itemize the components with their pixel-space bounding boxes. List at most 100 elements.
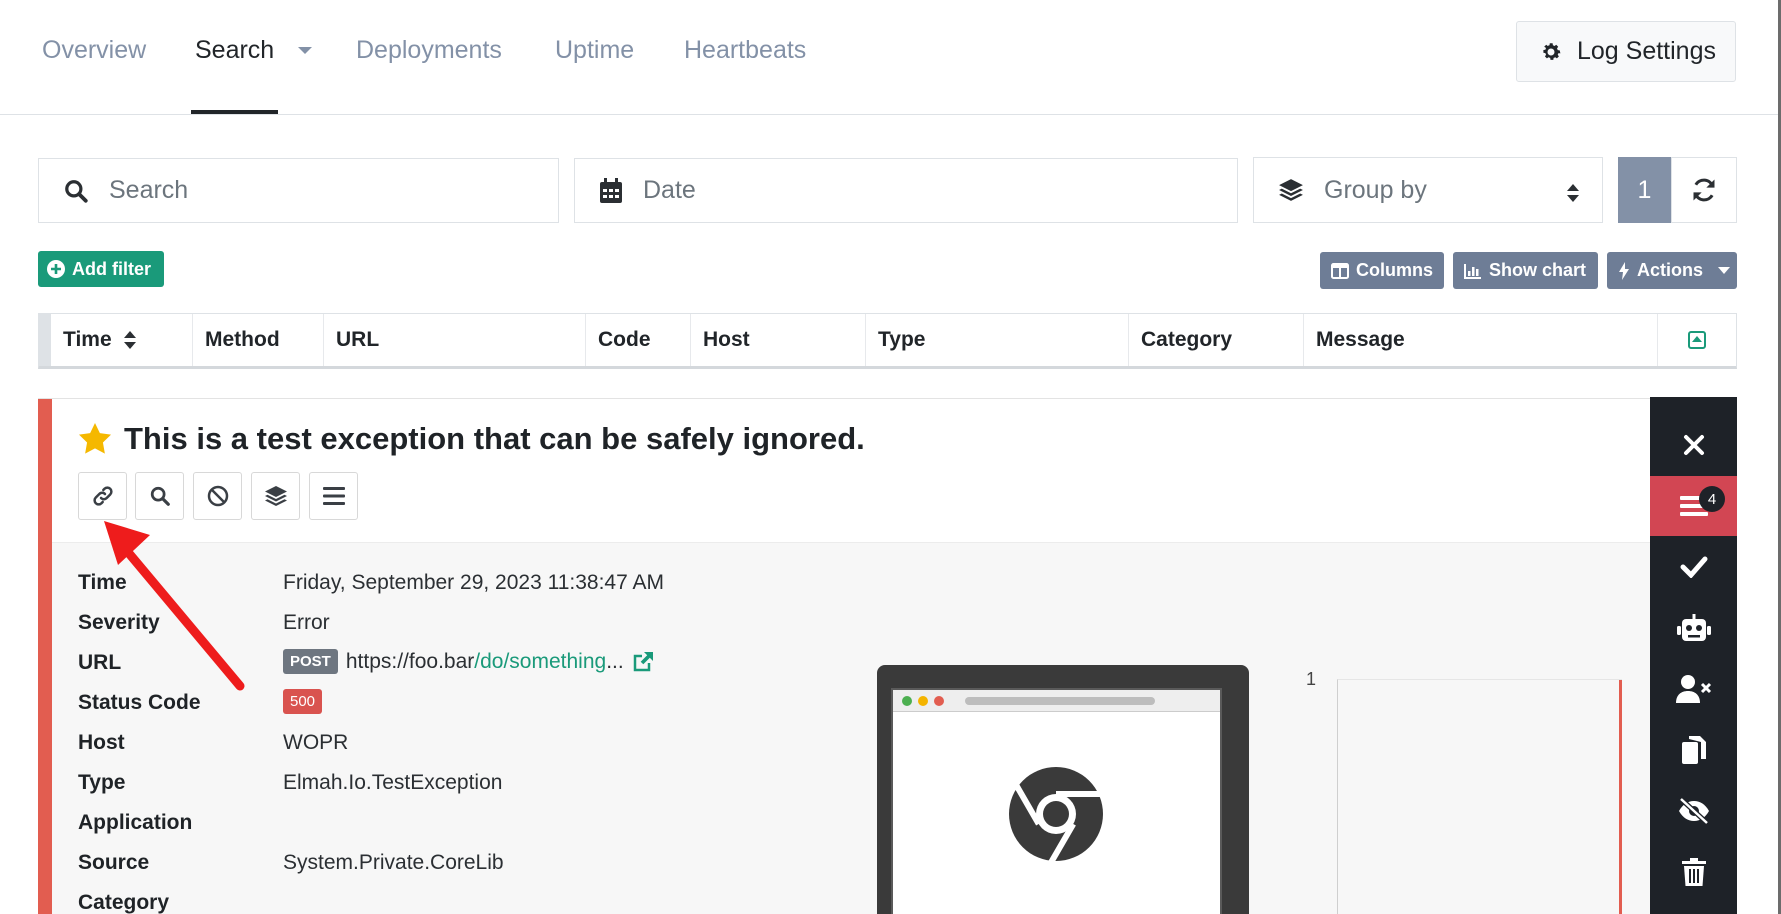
search-icon <box>149 485 171 507</box>
message-title-text: This is a test exception that can be saf… <box>124 421 865 456</box>
header-left-bar <box>39 314 51 366</box>
tab-heartbeats[interactable]: Heartbeats <box>684 36 806 65</box>
field-value-time: Friday, September 29, 2023 11:38:47 AM <box>283 571 664 594</box>
show-chart-button[interactable]: Show chart <box>1453 252 1598 289</box>
column-header-category[interactable]: Category <box>1128 314 1303 366</box>
field-value-url: POST https://foo.bar/do/something... <box>283 649 654 674</box>
hide-button[interactable] <box>1650 781 1737 841</box>
column-header-time[interactable]: Time <box>51 314 192 366</box>
browser-illustration <box>877 665 1249 914</box>
top-navigation: Overview Search Deployments Uptime Heart… <box>0 0 1781 115</box>
message-title: This is a test exception that can be saf… <box>78 421 865 457</box>
field-label-category: Category <box>78 891 170 914</box>
messages-button[interactable]: 4 <box>1650 476 1737 536</box>
field-label-status-code: Status Code <box>78 691 201 714</box>
actions-dropdown-button[interactable]: Actions <box>1607 252 1737 289</box>
tab-deployments[interactable]: Deployments <box>356 36 502 65</box>
group-by-select[interactable]: Group by <box>1253 157 1603 223</box>
chart-tick-label: 1 <box>1306 669 1317 689</box>
browser-dot-yellow <box>918 696 928 706</box>
ai-assist-button[interactable] <box>1650 598 1737 658</box>
layers-icon <box>264 484 288 508</box>
tab-overview[interactable]: Overview <box>42 36 146 65</box>
column-header-type[interactable]: Type <box>865 314 1128 366</box>
log-settings-button[interactable]: Log Settings <box>1516 21 1736 82</box>
active-tab-indicator <box>191 110 278 114</box>
browser-dot-red <box>934 696 944 706</box>
detail-action-toolbar: 4 <box>1650 397 1737 914</box>
url-text[interactable]: https://foo.bar/do/something... <box>346 650 624 674</box>
tab-uptime[interactable]: Uptime <box>555 36 634 65</box>
refresh-button[interactable] <box>1671 157 1737 223</box>
group-similar-button[interactable] <box>251 472 300 520</box>
robot-icon <box>1676 614 1711 642</box>
chart-bar <box>1619 680 1622 914</box>
date-placeholder: Date <box>643 176 696 204</box>
search-input[interactable]: Search <box>38 158 559 223</box>
sort-icon[interactable] <box>123 331 136 349</box>
severity-bar <box>38 399 52 914</box>
field-label-type: Type <box>78 771 126 794</box>
column-header-method[interactable]: Method <box>192 314 323 366</box>
ignore-button[interactable] <box>193 472 242 520</box>
chevron-down-icon <box>1718 266 1731 275</box>
field-value-status-code: 500 <box>283 689 323 714</box>
search-placeholder: Search <box>109 176 189 204</box>
bar-chart-icon <box>1464 263 1482 279</box>
log-table-header: Time Method URL Code Host Type Category … <box>38 313 1737 369</box>
field-value-host: WOPR <box>283 731 349 754</box>
column-header-message[interactable]: Message <box>1303 314 1657 366</box>
link-icon <box>91 484 115 508</box>
url-path: /do/something <box>474 649 607 673</box>
tab-search[interactable]: Search <box>195 36 274 65</box>
columns-label: Columns <box>1356 260 1434 280</box>
search-icon <box>63 178 89 204</box>
check-icon <box>1680 556 1708 578</box>
field-label-time: Time <box>78 571 127 594</box>
browser-address-bar <box>965 697 1155 705</box>
star-icon[interactable] <box>78 423 112 455</box>
calendar-icon <box>599 177 623 204</box>
search-similar-button[interactable] <box>135 472 184 520</box>
chevron-down-icon[interactable] <box>298 47 312 54</box>
external-link-icon[interactable] <box>632 651 654 673</box>
field-label-host: Host <box>78 731 125 754</box>
list-icon <box>322 486 345 506</box>
delete-button[interactable] <box>1650 842 1737 902</box>
column-header-url[interactable]: URL <box>323 314 585 366</box>
field-label-application: Application <box>78 811 193 834</box>
add-filter-label: Add filter <box>72 258 151 279</box>
column-header-code[interactable]: Code <box>585 314 690 366</box>
mark-fixed-button[interactable] <box>1650 537 1737 597</box>
field-label-severity: Severity <box>78 611 160 634</box>
permalink-button[interactable] <box>78 472 127 520</box>
close-button[interactable] <box>1650 415 1737 475</box>
browser-dot-green <box>902 696 912 706</box>
field-value-source: System.Private.CoreLib <box>283 851 504 874</box>
column-header-host[interactable]: Host <box>690 314 865 366</box>
url-ellipsis: ... <box>606 649 624 673</box>
method-badge: POST <box>283 649 338 674</box>
eye-slash-icon <box>1677 797 1711 825</box>
columns-button[interactable]: Columns <box>1320 252 1444 289</box>
refresh-icon <box>1690 176 1718 204</box>
page-number-button[interactable]: 1 <box>1618 157 1671 223</box>
collapse-button[interactable] <box>1657 314 1736 366</box>
add-filter-button[interactable]: Add filter <box>38 251 164 287</box>
details-button[interactable] <box>309 472 358 520</box>
occurrence-chart <box>1337 679 1622 914</box>
actions-label: Actions <box>1637 260 1704 280</box>
trash-icon <box>1681 858 1706 886</box>
columns-icon <box>1331 262 1349 279</box>
field-value-type: Elmah.Io.TestException <box>283 771 503 794</box>
browser-toolbar <box>893 690 1220 712</box>
date-input[interactable]: Date <box>574 158 1238 223</box>
copy-button[interactable] <box>1650 720 1737 780</box>
select-arrows-icon <box>1566 181 1580 210</box>
chrome-icon <box>1008 766 1104 862</box>
field-label-source: Source <box>78 851 150 874</box>
status-badge: 500 <box>283 689 323 714</box>
column-header-time-label: Time <box>63 328 112 351</box>
url-base: https://foo.bar <box>345 649 475 673</box>
remove-user-button[interactable] <box>1650 659 1737 719</box>
